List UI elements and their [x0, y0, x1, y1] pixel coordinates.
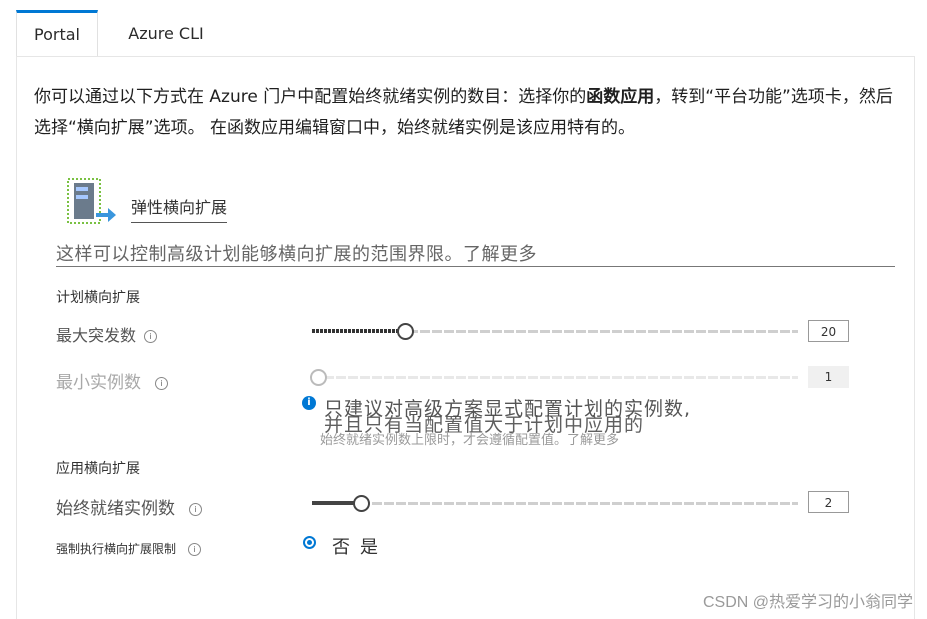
watermark: CSDN @热爱学习的小翁同学: [702, 594, 913, 611]
info-circle-icon[interactable]: i: [188, 543, 202, 556]
slider-fill: [312, 329, 405, 333]
plan-scale-out-heading: 计划横向扩展: [56, 290, 140, 306]
always-ready-label: 始终就绪实例数 i: [56, 494, 202, 519]
slider-track: [312, 502, 798, 505]
tab-azure-cli[interactable]: Azure CLI: [106, 10, 226, 57]
max-burst-slider[interactable]: [312, 323, 798, 340]
radio-option-no-label[interactable]: 否: [332, 533, 350, 559]
slider-track: [312, 376, 798, 379]
info-icon: i: [302, 396, 316, 410]
enforce-limit-radio-no[interactable]: [303, 536, 316, 549]
info-circle-icon[interactable]: i: [144, 330, 158, 343]
min-instances-label: 最小实例数 i: [56, 368, 168, 393]
min-instances-label-text: 最小实例数: [56, 373, 141, 393]
always-ready-label-text: 始终就绪实例数: [56, 499, 175, 519]
radio-option-yes-label[interactable]: 是: [360, 533, 378, 559]
scale-out-description: 这样可以控制高级计划能够横向扩展的范围界限。了解更多: [56, 240, 895, 267]
min-instances-slider[interactable]: [310, 369, 798, 386]
max-burst-label-text: 最大突发数: [56, 326, 137, 345]
slider-thumb[interactable]: [397, 323, 414, 340]
enforce-limit-label: 强制执行横向扩展限制 i: [56, 540, 202, 557]
min-instances-value: 1: [808, 366, 849, 388]
slider-thumb[interactable]: [353, 495, 370, 512]
always-ready-slider[interactable]: [312, 495, 798, 512]
info-circle-icon[interactable]: i: [155, 376, 168, 390]
note-line-3: 始终就绪实例数上限时，才会遵循配置值。了解更多: [320, 433, 620, 448]
tab-bar: Portal Azure CLI: [16, 10, 916, 57]
enforce-limit-label-text: 强制执行横向扩展限制: [56, 542, 177, 556]
intro-bold-function-app: 函数应用: [586, 87, 655, 107]
scale-out-title: 弹性横向扩展: [131, 194, 228, 223]
max-burst-value-input[interactable]: 20: [808, 320, 849, 342]
slider-thumb[interactable]: [310, 369, 327, 386]
max-burst-label: 最大突发数 i: [56, 322, 158, 346]
app-scale-out-heading: 应用横向扩展: [56, 461, 140, 477]
always-ready-value-input[interactable]: 2: [808, 491, 849, 513]
info-circle-icon[interactable]: i: [189, 502, 202, 516]
tab-portal[interactable]: Portal: [16, 10, 98, 57]
intro-paragraph: 你可以通过以下方式在 Azure 门户中配置始终就绪实例的数目：选择你的函数应用…: [34, 82, 894, 144]
scale-out-icon: [67, 178, 116, 224]
intro-text-1: 你可以通过以下方式在 Azure 门户中配置始终就绪实例的数目：选择你的: [34, 87, 587, 107]
